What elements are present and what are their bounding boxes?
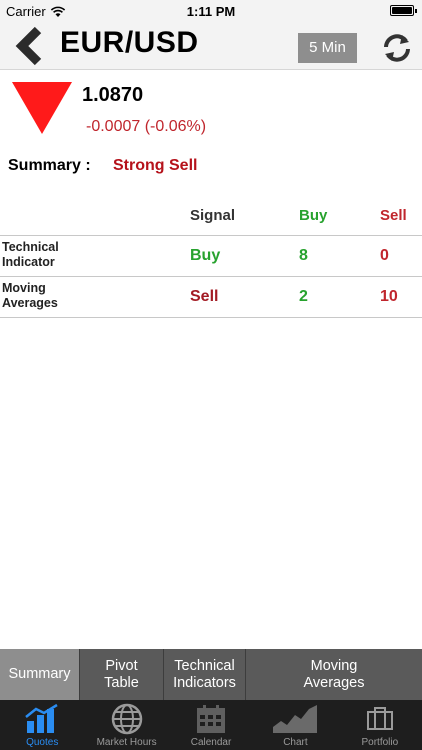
table-row: Moving Averages Sell 2 10: [0, 277, 422, 318]
row-signal: Buy: [190, 247, 221, 264]
segment-label-line1: Technical: [174, 657, 235, 674]
tab-calendar[interactable]: Calendar: [169, 700, 253, 750]
segment-label: Summary: [8, 666, 71, 682]
tab-quotes[interactable]: Quotes: [0, 700, 84, 750]
row-label-line1: Technical: [2, 240, 59, 254]
tab-label: Portfolio: [361, 737, 399, 748]
chart-bars-icon: [25, 703, 58, 733]
segment-pivot-table[interactable]: Pivot Table: [80, 649, 164, 700]
area-chart-icon: [273, 705, 318, 733]
row-label-line2: Averages: [2, 296, 58, 310]
briefcase-icon: [366, 707, 393, 730]
row-buy-count: 2: [299, 288, 308, 305]
segment-summary[interactable]: Summary: [0, 649, 80, 700]
tab-label: Calendar: [190, 737, 232, 748]
segment-control: Summary Pivot Table Technical Indicators…: [0, 649, 422, 700]
row-sell-count: 0: [380, 247, 389, 264]
segment-label-line2: Table: [104, 674, 139, 691]
signals-table: Signal Buy Sell Technical Indicator Buy …: [0, 196, 422, 318]
summary-label: Summary :: [8, 157, 91, 174]
row-label: Moving Averages: [2, 281, 58, 311]
row-label: Technical Indicator: [2, 240, 59, 270]
header-sell: Sell: [380, 207, 407, 224]
segment-label-line2: Averages: [303, 674, 365, 691]
quote-change: -0.0007 (-0.06%): [86, 118, 207, 135]
row-sell-count: 10: [380, 288, 398, 305]
summary-value: Strong Sell: [113, 157, 198, 174]
battery-icon: [390, 5, 417, 16]
header-buy: Buy: [299, 207, 328, 224]
quote-price: 1.0870: [82, 84, 144, 106]
row-label-line2: Indicator: [2, 255, 55, 269]
row-buy-count: 8: [299, 247, 308, 264]
tab-chart[interactable]: Chart: [253, 700, 337, 750]
row-signal: Sell: [190, 288, 219, 305]
segment-label-line1: Moving: [310, 657, 358, 674]
table-row: Technical Indicator Buy 8 0: [0, 236, 422, 277]
refresh-icon[interactable]: [380, 31, 414, 65]
table-header-row: Signal Buy Sell: [0, 196, 422, 236]
tab-label: Quotes: [26, 737, 59, 748]
page-title: EUR/USD: [60, 26, 199, 59]
segment-label-line2: Indicators: [173, 674, 236, 691]
status-time: 1:11 PM: [186, 4, 236, 19]
nav-bar: EUR/USD 5 Min: [0, 22, 422, 70]
tab-label: Chart: [283, 737, 308, 748]
tab-label: Market Hours: [96, 737, 157, 748]
calendar-icon: [197, 705, 226, 733]
tab-market-hours[interactable]: Market Hours: [84, 700, 168, 750]
segment-moving-averages[interactable]: Moving Averages: [246, 649, 422, 700]
row-label-line1: Moving: [2, 281, 46, 295]
tab-bar: Quotes Market Hours Calendar Chart Portf…: [0, 700, 422, 750]
back-chevron-icon[interactable]: [10, 26, 48, 66]
segment-label-line1: Pivot: [105, 657, 138, 674]
tab-portfolio[interactable]: Portfolio: [338, 700, 422, 750]
interval-button[interactable]: 5 Min: [298, 33, 357, 63]
globe-icon: [111, 703, 142, 735]
status-bar: Carrier 1:11 PM: [0, 0, 422, 22]
header-signal: Signal: [190, 207, 236, 224]
segment-technical-indicators[interactable]: Technical Indicators: [164, 649, 246, 700]
down-triangle-icon: [12, 82, 72, 134]
